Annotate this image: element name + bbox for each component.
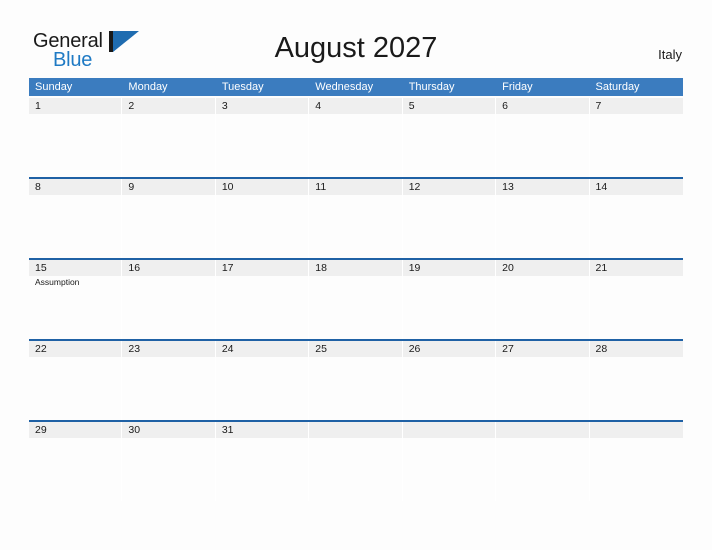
country-label: Italy	[658, 47, 682, 62]
calendar-day-cell[interactable]: 10	[215, 179, 310, 258]
day-events: Assumption	[35, 277, 118, 288]
weekday-header-saturday: Saturday	[595, 81, 640, 93]
calendar-day-cell[interactable]: 22	[29, 341, 123, 420]
day-number: 2	[128, 100, 135, 112]
calendar-day-cell[interactable]: 29	[29, 422, 123, 501]
calendar-day-cell[interactable]: 24	[215, 341, 310, 420]
day-band	[29, 179, 122, 195]
calendar-day-cell[interactable]: 13	[496, 179, 590, 258]
calendar-day-cell-empty	[402, 422, 497, 501]
day-band	[402, 422, 496, 438]
day-band	[215, 98, 309, 114]
calendar-day-cell[interactable]: 5	[402, 98, 497, 177]
weekday-header-row: Sunday Monday Tuesday Wednesday Thursday…	[29, 78, 683, 96]
day-number: 6	[502, 100, 508, 112]
calendar-day-cell[interactable]: 4	[309, 98, 403, 177]
calendar-week-row: 8 9 10 11 12 13 14	[29, 177, 683, 258]
calendar-day-cell[interactable]: 28	[589, 341, 683, 420]
day-number: 15	[35, 262, 47, 274]
calendar-day-cell[interactable]: 3	[215, 98, 310, 177]
calendar-day-cell[interactable]: 7	[589, 98, 683, 177]
weekday-header-friday: Friday	[502, 81, 533, 93]
day-number: 25	[315, 343, 327, 355]
day-number: 13	[502, 181, 514, 193]
weekday-header-wednesday: Wednesday	[315, 81, 374, 93]
day-number: 19	[408, 262, 421, 274]
calendar-week-row: 22 23 24 25 26 27 28	[29, 339, 683, 420]
calendar-grid: Sunday Monday Tuesday Wednesday Thursday…	[29, 78, 683, 501]
day-number: 12	[408, 181, 421, 193]
day-number: 22	[35, 343, 47, 355]
calendar-week-row: 29 30 31	[29, 420, 683, 501]
page-title: August 2027	[274, 32, 438, 64]
calendar-day-cell[interactable]: 30	[122, 422, 216, 501]
calendar-day-cell[interactable]: 26	[402, 341, 497, 420]
day-number: 28	[595, 343, 608, 355]
calendar-day-cell[interactable]: 31	[215, 422, 310, 501]
day-band	[122, 179, 215, 195]
day-band	[309, 422, 402, 438]
day-number: 8	[35, 181, 41, 193]
calendar-day-cell[interactable]: 17	[215, 260, 310, 339]
calendar-day-cell[interactable]: 9	[122, 179, 216, 258]
weekday-header-thursday: Thursday	[408, 81, 455, 93]
calendar-day-cell[interactable]: 12	[402, 179, 497, 258]
day-number: 1	[35, 100, 41, 112]
calendar-day-cell[interactable]: 21	[589, 260, 683, 339]
calendar-day-cell-empty	[589, 422, 683, 501]
page-header: General Blue August 2027 Italy	[0, 0, 712, 76]
calendar-day-cell[interactable]: 1	[29, 98, 123, 177]
day-number: 21	[595, 262, 608, 274]
day-band	[29, 98, 122, 114]
calendar-day-cell[interactable]: 23	[122, 341, 216, 420]
day-number: 30	[128, 424, 141, 436]
calendar-day-cell-empty	[309, 422, 403, 501]
day-event: Assumption	[35, 277, 80, 287]
day-number: 3	[221, 100, 228, 112]
day-band	[589, 98, 683, 114]
calendar-day-cell[interactable]: 14	[589, 179, 683, 258]
calendar-day-cell[interactable]: 25	[309, 341, 403, 420]
weekday-header-sunday: Sunday	[35, 81, 73, 93]
day-number: 5	[408, 100, 415, 112]
calendar-day-cell[interactable]: 2	[122, 98, 216, 177]
day-number: 26	[408, 343, 421, 355]
day-number: 4	[315, 100, 322, 112]
day-number: 18	[315, 262, 327, 274]
day-band	[122, 98, 215, 114]
day-number: 10	[221, 181, 234, 193]
calendar-day-cell[interactable]: 18	[309, 260, 403, 339]
day-band	[589, 422, 683, 438]
day-band	[402, 98, 496, 114]
day-band	[496, 98, 589, 114]
day-number: 14	[595, 181, 608, 193]
calendar-day-cell-empty	[496, 422, 590, 501]
day-number: 29	[35, 424, 47, 436]
weekday-header-tuesday: Tuesday	[221, 81, 264, 93]
calendar-day-cell[interactable]: 27	[496, 341, 590, 420]
day-number: 27	[502, 343, 514, 355]
calendar-day-cell[interactable]: 6	[496, 98, 590, 177]
calendar-day-cell[interactable]: 19	[402, 260, 497, 339]
day-number: 9	[128, 181, 135, 193]
calendar-day-cell[interactable]: 16	[122, 260, 216, 339]
day-number: 17	[221, 262, 234, 274]
day-number: 31	[221, 424, 234, 436]
day-number: 7	[595, 100, 602, 112]
calendar-day-cell[interactable]: 20	[496, 260, 590, 339]
day-number: 23	[128, 343, 141, 355]
calendar-page: General Blue August 2027 Italy Sunday Mo…	[0, 0, 712, 550]
day-number: 20	[502, 262, 514, 274]
calendar-week-row: 1 2 3 4 5 6 7	[29, 96, 683, 177]
day-band	[496, 422, 589, 438]
day-number: 11	[315, 181, 327, 193]
calendar-day-cell[interactable]: 8	[29, 179, 123, 258]
day-band	[309, 98, 402, 114]
calendar-day-cell[interactable]: 11	[309, 179, 403, 258]
day-number: 16	[128, 262, 141, 274]
calendar-day-cell[interactable]: 15 Assumption	[29, 260, 123, 339]
weekday-header-monday: Monday	[128, 81, 168, 93]
day-number: 24	[221, 343, 234, 355]
calendar-week-row: 15 Assumption 16 17 18 19 20 21	[29, 258, 683, 339]
